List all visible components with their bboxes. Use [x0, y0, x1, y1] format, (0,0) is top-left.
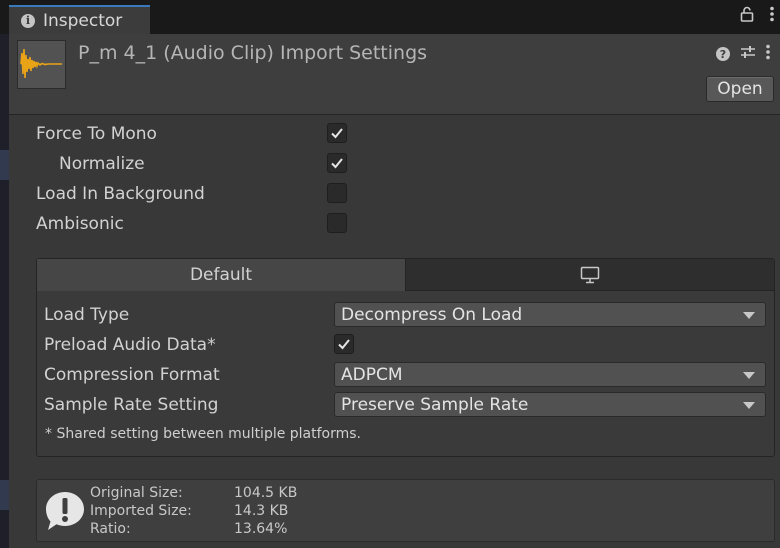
- sample-rate-dropdown[interactable]: Preserve Sample Rate: [334, 392, 766, 417]
- shared-setting-note: * Shared setting between multiple platfo…: [45, 426, 362, 442]
- load-type-dropdown[interactable]: Decompress On Load: [334, 302, 766, 327]
- preset-sliders-icon[interactable]: [740, 44, 756, 64]
- load-in-background-label: Load In Background: [36, 184, 205, 204]
- checkmark-icon: [331, 158, 343, 169]
- original-size-label: Original Size:: [90, 485, 183, 501]
- help-icon[interactable]: ?: [716, 47, 730, 61]
- load-in-background-checkbox[interactable]: [327, 183, 347, 203]
- compression-format-value: ADPCM: [341, 364, 403, 385]
- imported-size-row: Imported Size: 14.3 KB: [90, 502, 297, 520]
- import-settings-header: P_m 4_1 (Audio Clip) Import Settings ? O…: [9, 34, 780, 115]
- kebab-menu-icon[interactable]: [766, 44, 770, 64]
- monitor-icon: [580, 266, 600, 283]
- size-stats: Original Size: 104.5 KB Imported Size: 1…: [90, 484, 297, 538]
- info-icon: i: [21, 13, 35, 28]
- inspector-panel: P_m 4_1 (Audio Clip) Import Settings ? O…: [9, 34, 780, 548]
- checkmark-icon: [331, 128, 343, 139]
- lock-icon[interactable]: [740, 6, 754, 26]
- ratio-value: 13.64%: [234, 521, 288, 537]
- chevron-down-icon: [743, 402, 755, 409]
- preload-checkbox[interactable]: [334, 334, 354, 354]
- sample-rate-row: Sample Rate Setting: [44, 392, 218, 418]
- compression-format-row: Compression Format: [44, 362, 220, 388]
- original-size-value: 104.5 KB: [234, 485, 298, 501]
- load-type-row: Load Type: [44, 302, 129, 328]
- left-window-edge: [0, 0, 9, 548]
- platform-settings: Default Load Type Decompress On Load Pre…: [36, 258, 775, 457]
- tab-standalone[interactable]: [406, 259, 774, 291]
- edge-highlight: [0, 480, 9, 510]
- normalize-row: Normalize: [59, 151, 145, 177]
- kebab-menu-icon[interactable]: [770, 6, 774, 26]
- ambisonic-checkbox[interactable]: [327, 213, 347, 233]
- open-button[interactable]: Open: [706, 76, 774, 102]
- checkmark-icon: [338, 339, 350, 350]
- load-type-label: Load Type: [44, 305, 130, 325]
- tab-title: Inspector: [43, 10, 123, 31]
- edge-highlight: [0, 150, 9, 180]
- page-title: P_m 4_1 (Audio Clip) Import Settings: [78, 42, 428, 64]
- chevron-down-icon: [743, 372, 755, 379]
- imported-size-value: 14.3 KB: [234, 503, 289, 519]
- load-type-value: Decompress On Load: [341, 304, 523, 325]
- size-info-box: Original Size: 104.5 KB Imported Size: 1…: [36, 479, 775, 542]
- tab-default[interactable]: Default: [37, 259, 406, 291]
- load-in-background-row: Load In Background: [36, 181, 205, 207]
- tab-bar: i Inspector: [0, 0, 780, 34]
- header-icons: ?: [716, 44, 770, 64]
- audio-waveform-icon: [17, 40, 66, 89]
- tab-tools: [740, 6, 774, 26]
- force-to-mono-label: Force To Mono: [36, 124, 157, 144]
- sample-rate-value: Preserve Sample Rate: [341, 394, 529, 415]
- force-to-mono-row: Force To Mono: [36, 121, 157, 147]
- info-exclamation-icon: [46, 492, 84, 530]
- ambisonic-row: Ambisonic: [36, 211, 124, 237]
- normalize-label: Normalize: [59, 154, 145, 174]
- compression-format-label: Compression Format: [44, 365, 220, 385]
- ratio-label: Ratio:: [90, 521, 131, 537]
- normalize-checkbox[interactable]: [327, 153, 347, 173]
- imported-size-label: Imported Size:: [90, 503, 192, 519]
- force-to-mono-checkbox[interactable]: [327, 123, 347, 143]
- sample-rate-label: Sample Rate Setting: [44, 395, 219, 415]
- preload-row: Preload Audio Data*: [44, 332, 216, 358]
- preload-label: Preload Audio Data*: [44, 335, 216, 355]
- original-size-row: Original Size: 104.5 KB: [90, 484, 297, 502]
- ambisonic-label: Ambisonic: [36, 214, 124, 234]
- ratio-row: Ratio: 13.64%: [90, 520, 297, 538]
- chevron-down-icon: [743, 312, 755, 319]
- compression-format-dropdown[interactable]: ADPCM: [334, 362, 766, 387]
- tab-inspector[interactable]: i Inspector: [9, 5, 150, 34]
- platform-tabs: Default: [37, 259, 774, 291]
